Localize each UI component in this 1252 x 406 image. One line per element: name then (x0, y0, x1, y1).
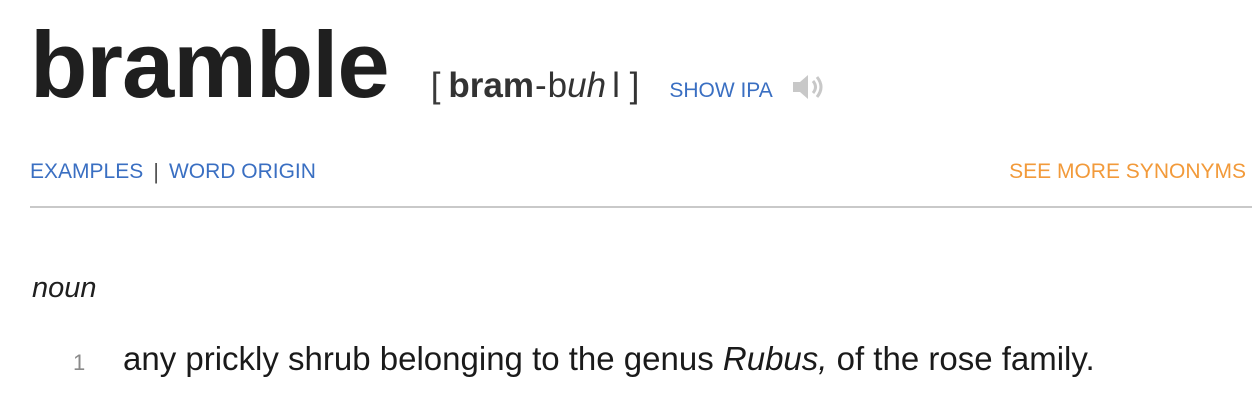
word-origin-link[interactable]: WORD ORIGIN (169, 160, 316, 184)
pronunciation: [ bram - b uh l ] (431, 66, 648, 106)
headword: bramble (30, 12, 390, 117)
definition-text-before: any prickly shrub belonging to the genus (123, 340, 723, 377)
see-more-synonyms-link[interactable]: SEE MORE SYNONYMS (1009, 160, 1246, 184)
pron-stressed-syllable: bram (448, 66, 535, 105)
definition-text: any prickly shrub belonging to the genus… (123, 340, 1095, 378)
entry-nav: EXAMPLES | WORD ORIGIN SEE MORE SYNONYMS (30, 159, 1246, 185)
divider (30, 206, 1252, 208)
part-of-speech: noun (32, 272, 97, 304)
pron-unstressed-plain: b (547, 66, 568, 105)
pron-unstressed-italic: uh (567, 66, 607, 105)
show-ipa-link[interactable]: SHOW IPA (669, 79, 772, 103)
definition-number: 1 (73, 350, 86, 375)
dictionary-entry: bramble [ bram - b uh l ] SHOW IPA EXAMP… (0, 0, 1252, 406)
examples-link[interactable]: EXAMPLES (30, 160, 143, 184)
nav-separator: | (153, 159, 159, 184)
headword-row: bramble [ bram - b uh l ] SHOW IPA (30, 18, 829, 112)
definition-genus: Rubus, (722, 340, 828, 377)
pron-open-bracket: [ (430, 66, 441, 105)
pron-close: l ] (612, 66, 640, 105)
nav-links: EXAMPLES | WORD ORIGIN (30, 159, 316, 185)
pron-hyphen: - (535, 66, 547, 105)
speaker-icon[interactable] (791, 71, 829, 103)
definition-text-after: of the rose family. (827, 340, 1095, 377)
definition-item: 1 any prickly shrub belonging to the gen… (73, 340, 1095, 378)
